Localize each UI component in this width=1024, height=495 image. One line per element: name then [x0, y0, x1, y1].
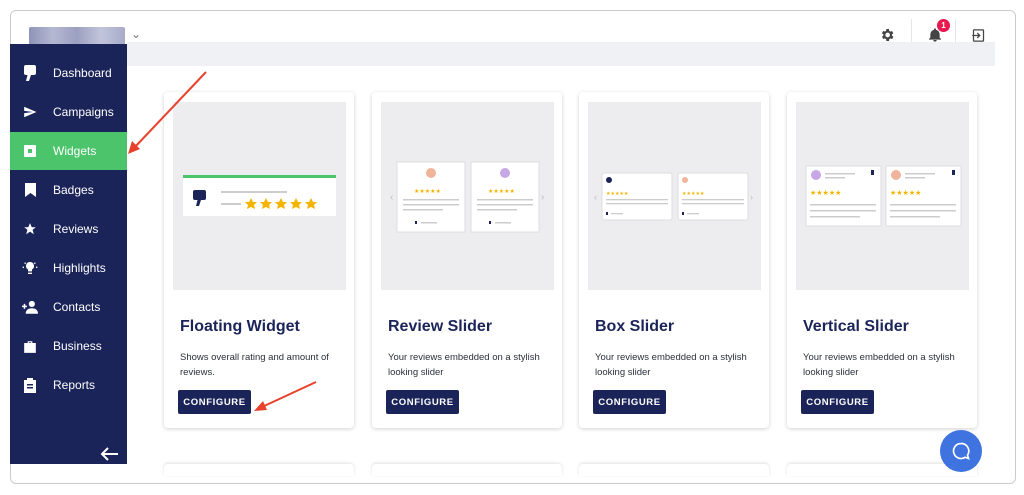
sidebar-item-business[interactable]: Business — [10, 327, 127, 365]
chevron-down-icon[interactable]: ⌄ — [131, 27, 141, 41]
configure-button[interactable]: CONFIGURE — [801, 390, 874, 414]
sidebar-item-badges[interactable]: Badges — [10, 171, 127, 209]
sidebar-item-reports[interactable]: Reports — [10, 366, 127, 404]
sidebar-item-label: Reports — [53, 378, 96, 392]
brand-logo-icon — [22, 65, 38, 81]
account-logo[interactable] — [29, 27, 125, 45]
collapse-arrow-icon[interactable] — [100, 446, 120, 462]
svg-text:★★★★★: ★★★★★ — [414, 188, 441, 195]
sidebar-item-label: Campaigns — [53, 105, 114, 119]
card-description: Your reviews embedded on a stylish looki… — [803, 352, 955, 378]
sidebar-item-campaigns[interactable]: Campaigns — [10, 93, 127, 131]
star-icon — [22, 221, 38, 237]
clipboard-icon — [22, 377, 38, 393]
lightbulb-icon — [22, 260, 38, 276]
svg-text:‹: ‹ — [390, 192, 393, 203]
notification-badge: 1 — [937, 19, 950, 32]
card-title: Vertical Slider — [803, 318, 909, 335]
help-chat-button[interactable] — [940, 430, 982, 472]
sidebar: Dashboard Campaigns Widgets Badges Revie… — [10, 44, 127, 464]
configure-button[interactable]: CONFIGURE — [593, 390, 666, 414]
svg-text:★★★★★: ★★★★★ — [488, 188, 515, 195]
bookmark-icon — [22, 182, 38, 198]
sidebar-item-label: Badges — [53, 183, 94, 197]
svg-text:★★★★★: ★★★★★ — [682, 191, 705, 197]
card-title: Review Slider — [388, 318, 493, 335]
widget-card-review-slider: ‹ › ★★★★★ ★★★★★ Review Slider Your revie… — [372, 92, 562, 428]
widget-preview: ‹ › ★★★★★ ★★★★★ — [588, 102, 761, 290]
sidebar-item-contacts[interactable]: Contacts — [10, 288, 127, 326]
widget-card-box-slider: ‹ › ★★★★★ ★★★★★ Box Slider Your reviews … — [579, 92, 769, 428]
chat-icon — [952, 442, 970, 460]
widget-preview: ‹ › ★★★★★ ★★★★★ — [381, 102, 554, 290]
sidebar-item-label: Widgets — [53, 144, 97, 158]
widget-card-vertical-slider: ★★★★★ ★★★★★ Vertical Slider Your reviews… — [787, 92, 977, 428]
card-next-row — [372, 464, 562, 476]
svg-text:›: › — [541, 192, 544, 203]
svg-text:★★★★★: ★★★★★ — [890, 189, 921, 197]
content-header-strip — [127, 42, 995, 66]
configure-button[interactable]: CONFIGURE — [178, 390, 251, 414]
add-person-icon — [22, 299, 38, 315]
widget-card-floating: Floating Widget Shows overall rating and… — [164, 92, 354, 428]
sidebar-item-reviews[interactable]: Reviews — [10, 210, 127, 248]
card-next-row — [579, 464, 769, 476]
svg-text:★★★★★: ★★★★★ — [810, 189, 841, 197]
widget-icon — [22, 143, 38, 159]
sidebar-item-label: Business — [53, 339, 102, 353]
send-icon — [22, 104, 38, 120]
sidebar-item-label: Dashboard — [53, 66, 112, 80]
sidebar-item-label: Reviews — [53, 222, 99, 236]
sidebar-item-label: Contacts — [53, 300, 101, 314]
svg-text:★★★★★: ★★★★★ — [606, 191, 629, 197]
configure-button[interactable]: CONFIGURE — [386, 390, 459, 414]
card-description: Shows overall rating and amount of revie… — [180, 352, 329, 378]
sidebar-item-highlights[interactable]: Highlights — [10, 249, 127, 287]
svg-text:‹: ‹ — [594, 192, 597, 202]
widget-preview — [173, 102, 346, 290]
sidebar-item-dashboard[interactable]: Dashboard — [10, 54, 127, 92]
sidebar-item-widgets[interactable]: Widgets — [10, 132, 127, 170]
card-title: Box Slider — [595, 318, 675, 335]
card-title: Floating Widget — [180, 318, 300, 335]
card-description: Your reviews embedded on a stylish looki… — [595, 352, 747, 378]
sidebar-item-label: Highlights — [53, 261, 106, 275]
svg-text:›: › — [750, 192, 753, 202]
briefcase-icon — [22, 338, 38, 354]
widget-preview: ★★★★★ ★★★★★ — [796, 102, 969, 290]
card-description: Your reviews embedded on a stylish looki… — [388, 352, 540, 378]
card-next-row — [164, 464, 354, 476]
